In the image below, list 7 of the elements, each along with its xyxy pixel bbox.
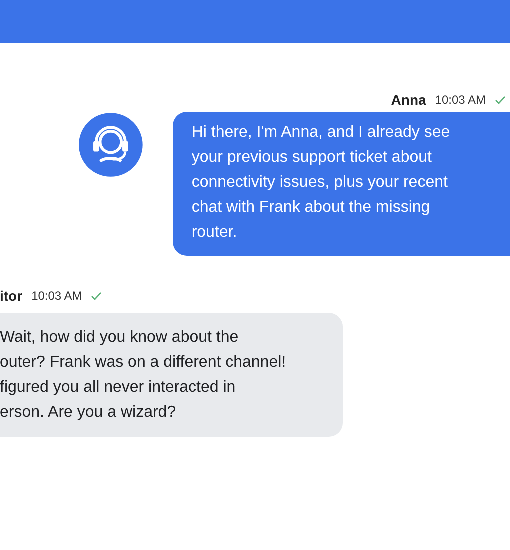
message-bubble: Wait, how did you know about the outer? Frank was on a different channel! figured you all never interacted in erson. Are you a wizard? <box>0 313 343 437</box>
headset-avatar-icon <box>79 112 143 178</box>
message-time: 10:03 AM <box>435 93 486 107</box>
message-time: 10:03 AM <box>32 289 82 303</box>
message-bubble: Hi there, I'm Anna, and I already see your previous support ticket about connectivity issues, plus your recent chat with Frank about the missing router. <box>172 112 510 256</box>
sender-name: Anna <box>391 92 426 108</box>
sender-name: itor <box>0 288 23 304</box>
